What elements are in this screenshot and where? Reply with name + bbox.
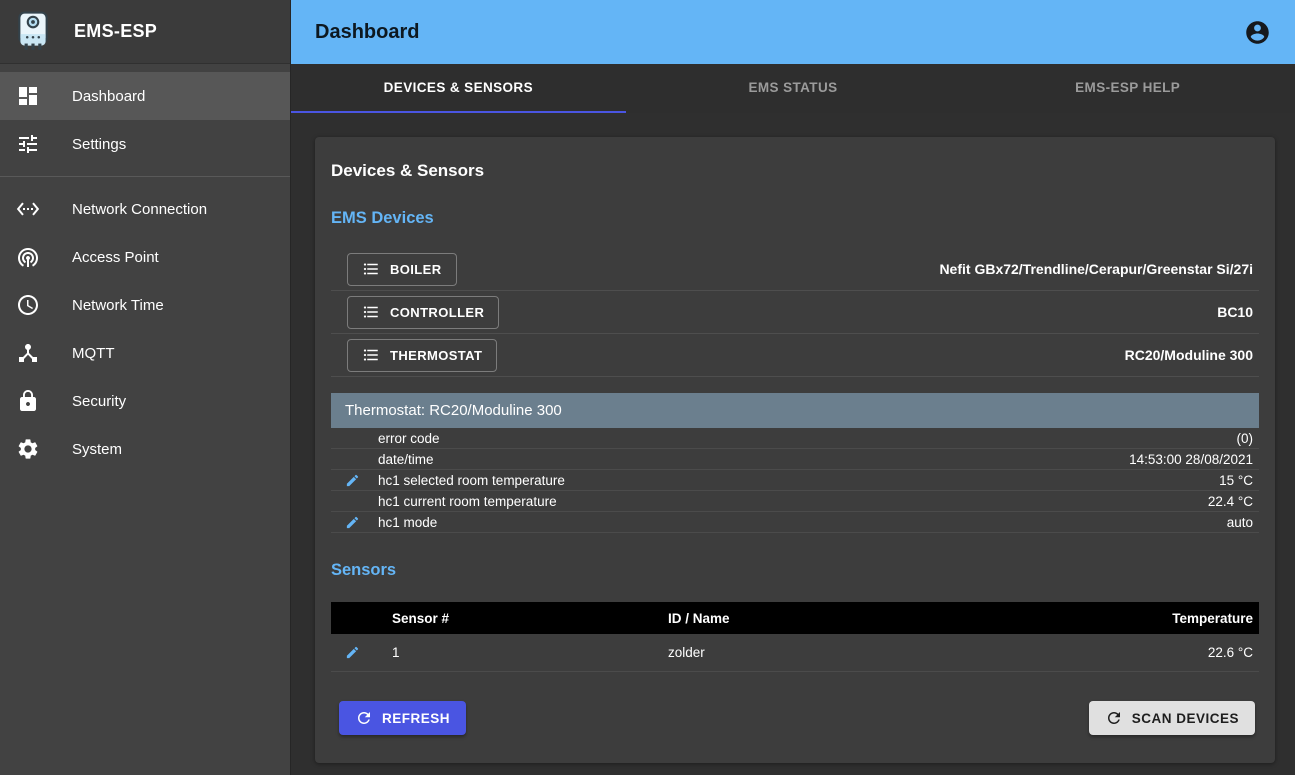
boiler-device-button[interactable]: BOILER <box>347 253 457 286</box>
sensor-row: 1 zolder 22.6 °C <box>331 634 1259 672</box>
ems-esp-boiler-logo-icon <box>16 11 50 53</box>
network-connection-icon <box>16 197 40 221</box>
header-id-name: ID / Name <box>668 611 1172 626</box>
sidebar-item-network-time[interactable]: Network Time <box>0 281 290 329</box>
tab-ems-esp-help[interactable]: EMS-ESP HELP <box>960 64 1295 113</box>
sidebar-item-label: Access Point <box>72 249 159 266</box>
page-title: Dashboard <box>315 21 419 44</box>
edit-pencil-icon[interactable] <box>345 645 360 660</box>
detail-label: hc1 mode <box>378 515 1227 530</box>
list-icon <box>362 303 380 321</box>
list-icon <box>362 260 380 278</box>
account-circle-icon[interactable] <box>1244 19 1271 46</box>
thermostat-details-header: Thermostat: RC20/Moduline 300 <box>331 393 1259 428</box>
sidebar-menu: Dashboard Settings Network Connection <box>0 64 290 473</box>
sensor-temperature: 22.6 °C <box>1208 645 1259 660</box>
sidebar-item-settings[interactable]: Settings <box>0 120 290 168</box>
scan-devices-button[interactable]: SCAN DEVICES <box>1089 701 1255 735</box>
sidebar-divider <box>0 176 290 177</box>
device-row: BOILER Nefit GBx72/Trendline/Cerapur/Gre… <box>331 248 1259 291</box>
device-row: THERMOSTAT RC20/Moduline 300 <box>331 334 1259 377</box>
refresh-icon <box>355 709 373 727</box>
detail-value: 14:53:00 28/08/2021 <box>1129 452 1259 467</box>
refresh-icon <box>1105 709 1123 727</box>
thermostat-device-button[interactable]: THERMOSTAT <box>347 339 497 372</box>
scan-devices-button-label: SCAN DEVICES <box>1132 711 1239 726</box>
access-point-icon <box>16 245 40 269</box>
device-type-label: BOILER <box>390 262 442 277</box>
device-row: CONTROLLER BC10 <box>331 291 1259 334</box>
detail-row: hc1 current room temperature 22.4 °C <box>331 491 1259 512</box>
sidebar-item-mqtt[interactable]: MQTT <box>0 329 290 377</box>
detail-edit-cell <box>331 473 378 488</box>
header-sensor-number: Sensor # <box>379 611 668 626</box>
sensor-name: zolder <box>668 645 1208 660</box>
refresh-button-label: REFRESH <box>382 711 450 726</box>
detail-value: auto <box>1227 515 1259 530</box>
app-root: EMS-ESP Dashboard Settings Network <box>0 0 1295 775</box>
detail-row: date/time 14:53:00 28/08/2021 <box>331 449 1259 470</box>
detail-row: error code (0) <box>331 428 1259 449</box>
controller-device-button[interactable]: CONTROLLER <box>347 296 499 329</box>
devices-sensors-panel: Devices & Sensors EMS Devices BOILER Nef… <box>315 137 1275 763</box>
sidebar-item-access-point[interactable]: Access Point <box>0 233 290 281</box>
detail-value: 15 °C <box>1219 473 1259 488</box>
detail-value: (0) <box>1237 431 1260 446</box>
sensor-number: 1 <box>379 645 668 660</box>
ems-devices-table: BOILER Nefit GBx72/Trendline/Cerapur/Gre… <box>331 248 1259 377</box>
sidebar: EMS-ESP Dashboard Settings Network <box>0 0 291 775</box>
sidebar-item-label: Dashboard <box>72 88 145 105</box>
sidebar-item-label: Settings <box>72 136 126 153</box>
ems-devices-heading: EMS Devices <box>331 209 1259 228</box>
appbar: Dashboard <box>291 0 1295 64</box>
actions-bar: REFRESH SCAN DEVICES <box>331 701 1259 735</box>
sensors-table: Sensor # ID / Name Temperature 1 zolder … <box>331 602 1259 672</box>
detail-label: error code <box>378 431 1237 446</box>
detail-value: 22.4 °C <box>1208 494 1259 509</box>
device-model: Nefit GBx72/Trendline/Cerapur/Greenstar … <box>939 261 1253 277</box>
panel-title: Devices & Sensors <box>331 161 1259 181</box>
mqtt-icon <box>16 341 40 365</box>
edit-pencil-icon[interactable] <box>345 515 360 530</box>
system-gear-icon <box>16 437 40 461</box>
main-area: Dashboard DEVICES & SENSORS EMS STATUS E… <box>291 0 1295 775</box>
app-name: EMS-ESP <box>74 21 157 42</box>
detail-edit-cell <box>331 515 378 530</box>
device-type-label: CONTROLLER <box>390 305 484 320</box>
detail-row: hc1 selected room temperature 15 °C <box>331 470 1259 491</box>
detail-row: hc1 mode auto <box>331 512 1259 533</box>
content: Devices & Sensors EMS Devices BOILER Nef… <box>291 113 1295 775</box>
device-model: RC20/Moduline 300 <box>1125 347 1253 363</box>
sidebar-item-network-connection[interactable]: Network Connection <box>0 185 290 233</box>
device-type-label: THERMOSTAT <box>390 348 482 363</box>
header-temperature: Temperature <box>1172 611 1259 626</box>
detail-label: hc1 current room temperature <box>378 494 1208 509</box>
sensors-table-header: Sensor # ID / Name Temperature <box>331 602 1259 634</box>
sidebar-header: EMS-ESP <box>0 0 290 64</box>
sidebar-item-label: System <box>72 441 122 458</box>
tab-ems-status[interactable]: EMS STATUS <box>626 64 961 113</box>
detail-label: hc1 selected room temperature <box>378 473 1219 488</box>
edit-pencil-icon[interactable] <box>345 473 360 488</box>
dashboard-icon <box>16 84 40 108</box>
sidebar-item-label: Network Connection <box>72 201 207 218</box>
sidebar-item-security[interactable]: Security <box>0 377 290 425</box>
thermostat-details-table: error code (0) date/time 14:53:00 28/08/… <box>331 428 1259 533</box>
security-lock-icon <box>16 389 40 413</box>
device-model: BC10 <box>1217 304 1253 320</box>
sidebar-item-system[interactable]: System <box>0 425 290 473</box>
network-time-icon <box>16 293 40 317</box>
sidebar-item-label: Network Time <box>72 297 164 314</box>
sidebar-item-label: MQTT <box>72 345 115 362</box>
tab-devices-sensors[interactable]: DEVICES & SENSORS <box>291 64 626 113</box>
sidebar-item-label: Security <box>72 393 126 410</box>
list-icon <box>362 346 380 364</box>
sensor-edit-cell <box>331 645 379 660</box>
detail-label: date/time <box>378 452 1129 467</box>
refresh-button[interactable]: REFRESH <box>339 701 466 735</box>
tab-bar: DEVICES & SENSORS EMS STATUS EMS-ESP HEL… <box>291 64 1295 113</box>
sidebar-item-dashboard[interactable]: Dashboard <box>0 72 290 120</box>
sensors-heading: Sensors <box>331 561 1259 580</box>
settings-tune-icon <box>16 132 40 156</box>
